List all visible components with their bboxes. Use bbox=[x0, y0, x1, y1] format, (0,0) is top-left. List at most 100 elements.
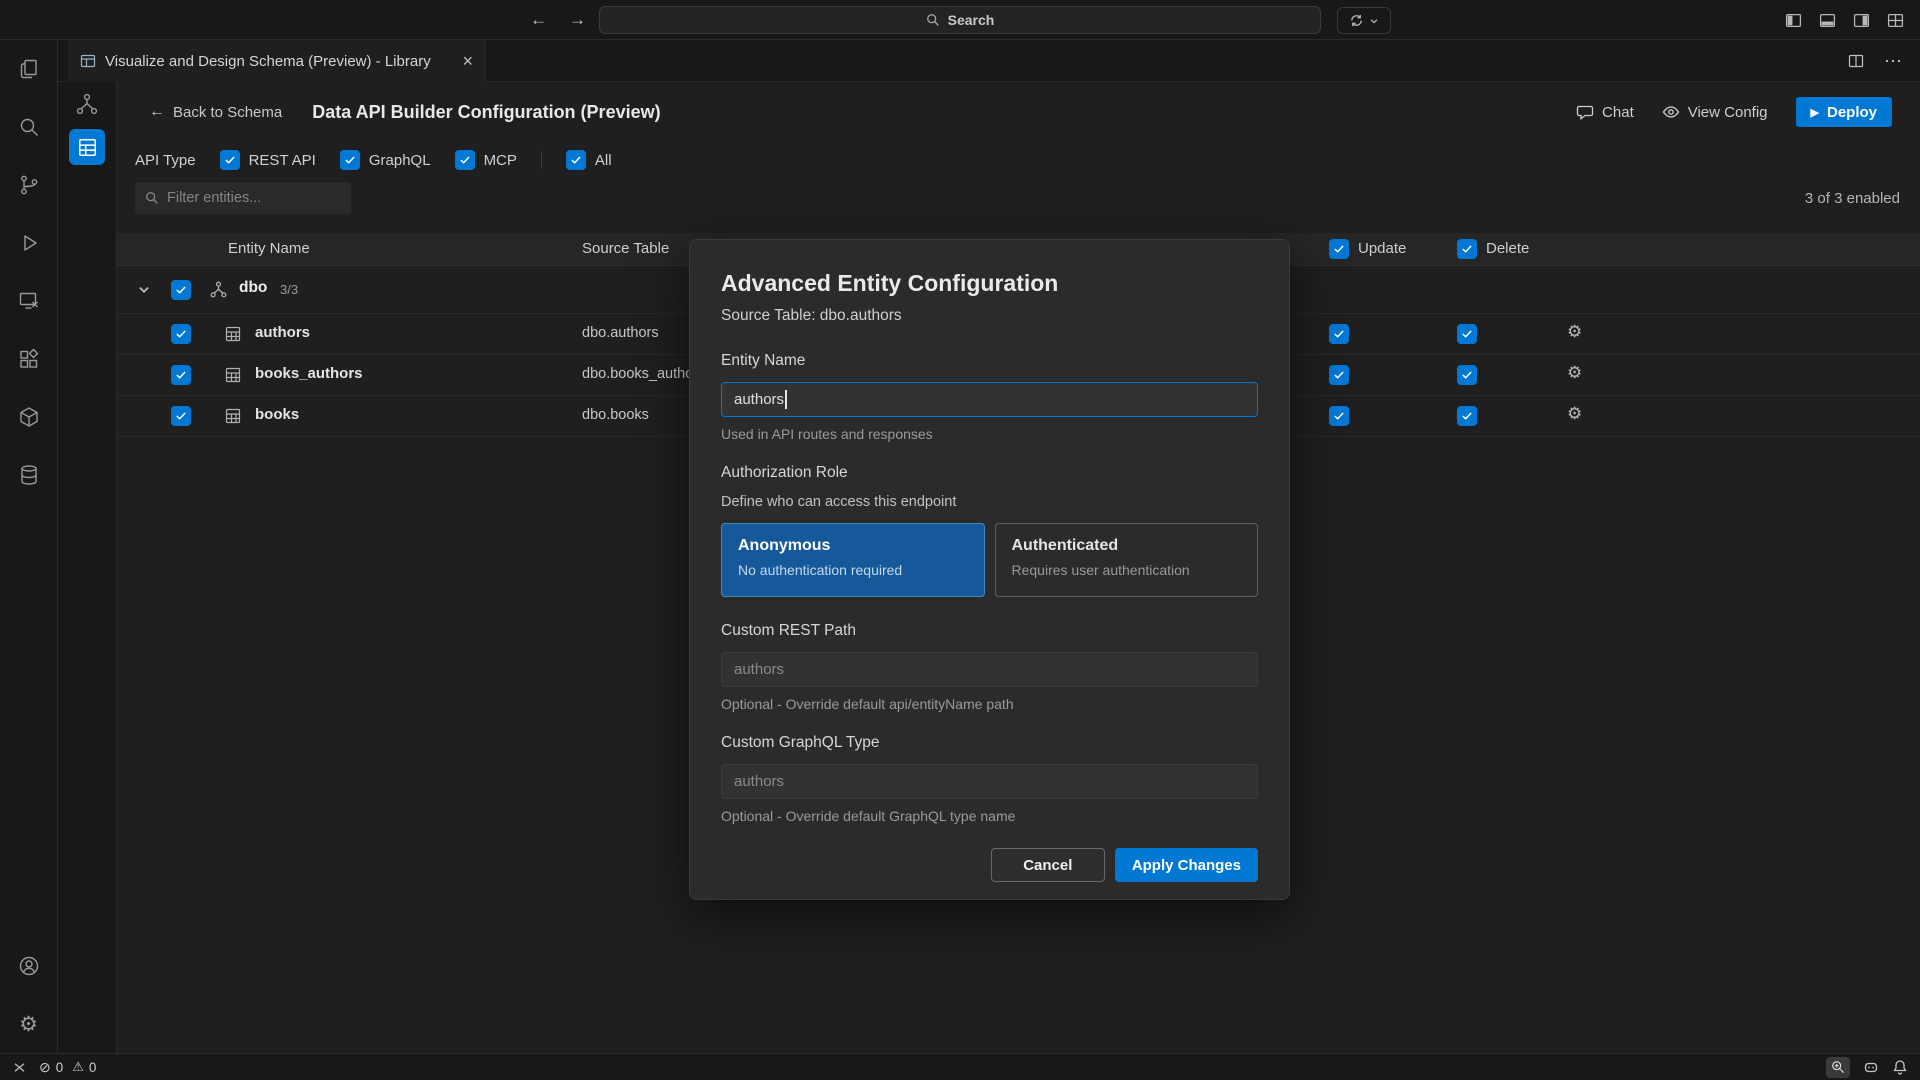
entity-filter-input[interactable] bbox=[167, 190, 354, 206]
update-all-checkbox[interactable] bbox=[1329, 239, 1349, 259]
filter-graphql[interactable]: GraphQL bbox=[340, 150, 431, 170]
row-checkbox[interactable] bbox=[171, 406, 191, 426]
filter-rest-api[interactable]: REST API bbox=[220, 150, 316, 170]
update-checkbox[interactable] bbox=[1329, 406, 1349, 426]
run-debug-icon[interactable] bbox=[0, 214, 58, 272]
toggle-panel-icon[interactable] bbox=[1819, 12, 1836, 29]
role-anonymous-card[interactable]: Anonymous No authentication required bbox=[721, 523, 985, 597]
explorer-icon[interactable] bbox=[0, 40, 58, 98]
row-checkbox[interactable] bbox=[171, 365, 191, 385]
account-icon[interactable] bbox=[0, 937, 58, 995]
custom-rest-path-input[interactable] bbox=[722, 653, 1257, 686]
chat-button[interactable]: Chat bbox=[1576, 103, 1634, 121]
delete-checkbox[interactable] bbox=[1457, 406, 1477, 426]
delete-all-checkbox[interactable] bbox=[1457, 239, 1477, 259]
status-bar: ⊘ 0 ⚠ 0 bbox=[0, 1053, 1920, 1080]
deploy-button[interactable]: ▶ Deploy bbox=[1796, 97, 1892, 127]
toggle-secondary-sidebar-icon[interactable] bbox=[1853, 12, 1870, 29]
source-control-icon[interactable] bbox=[0, 156, 58, 214]
row-settings-gear-icon[interactable]: ⚙ bbox=[1567, 404, 1582, 424]
command-center-search[interactable]: Search bbox=[599, 6, 1321, 34]
chat-icon bbox=[1576, 103, 1594, 121]
remote-explorer-icon[interactable] bbox=[0, 272, 58, 330]
titlebar: ← → Search bbox=[0, 0, 1920, 40]
group-checkbox[interactable] bbox=[171, 280, 191, 300]
entity-name: books_authors bbox=[255, 365, 363, 382]
filter-all[interactable]: All bbox=[566, 150, 612, 170]
row-settings-gear-icon[interactable]: ⚙ bbox=[1567, 322, 1582, 342]
update-checkbox[interactable] bbox=[1329, 324, 1349, 344]
entity-name-label: Entity Name bbox=[721, 352, 1258, 370]
api-type-label: API Type bbox=[135, 152, 196, 169]
custom-graphql-type-hint: Optional - Override default GraphQL type… bbox=[721, 808, 1258, 824]
all-checkbox[interactable] bbox=[566, 150, 586, 170]
split-editor-icon[interactable] bbox=[1848, 53, 1864, 69]
rest-api-checkbox[interactable] bbox=[220, 150, 240, 170]
editor-more-actions-icon[interactable]: ⋯ bbox=[1884, 51, 1902, 72]
zoom-indicator[interactable] bbox=[1826, 1057, 1850, 1078]
search-placeholder: Search bbox=[948, 12, 995, 28]
tab-close-icon[interactable]: × bbox=[462, 52, 473, 70]
copilot-status-icon[interactable] bbox=[1863, 1059, 1879, 1075]
row-checkbox[interactable] bbox=[171, 324, 191, 344]
source-table: dbo.books bbox=[582, 407, 649, 423]
mcp-checkbox[interactable] bbox=[455, 150, 475, 170]
entity-name-input[interactable]: authors bbox=[721, 382, 1258, 417]
back-label: Back to Schema bbox=[173, 104, 282, 121]
schema-editor-icon bbox=[80, 53, 96, 69]
delete-checkbox[interactable] bbox=[1457, 365, 1477, 385]
database-icon[interactable] bbox=[0, 446, 58, 504]
entity-name: authors bbox=[255, 324, 310, 341]
toggle-sidebar-icon[interactable] bbox=[1785, 12, 1802, 29]
view-config-button[interactable]: View Config bbox=[1662, 103, 1768, 121]
activity-bar: ⚙ bbox=[0, 40, 58, 1053]
entity-filter-box[interactable] bbox=[135, 182, 351, 214]
entity-name-hint: Used in API routes and responses bbox=[721, 426, 1258, 442]
remote-indicator-icon[interactable] bbox=[12, 1060, 27, 1075]
tab-visualize-schema[interactable]: Visualize and Design Schema (Preview) - … bbox=[68, 40, 486, 82]
row-settings-gear-icon[interactable]: ⚙ bbox=[1567, 363, 1582, 383]
layout-control[interactable] bbox=[1337, 7, 1391, 34]
search-view-icon[interactable] bbox=[0, 98, 58, 156]
nav-back-icon[interactable]: ← bbox=[530, 10, 547, 30]
notifications-bell-icon[interactable] bbox=[1892, 1059, 1908, 1075]
custom-rest-path-field[interactable] bbox=[721, 652, 1258, 687]
schema-graph-icon[interactable] bbox=[75, 92, 99, 116]
extensions-icon[interactable] bbox=[0, 330, 58, 388]
warning-icon: ⚠ bbox=[72, 1059, 84, 1075]
custom-graphql-type-input[interactable] bbox=[722, 765, 1257, 798]
custom-rest-path-hint: Optional - Override default api/entityNa… bbox=[721, 696, 1258, 712]
filter-mcp[interactable]: MCP bbox=[455, 150, 517, 170]
enabled-summary: 3 of 3 enabled bbox=[1805, 190, 1900, 207]
page-header: ← Back to Schema Data API Builder Config… bbox=[149, 96, 1892, 128]
col-source-table: Source Table bbox=[582, 240, 669, 257]
cancel-button[interactable]: Cancel bbox=[991, 848, 1105, 882]
chevron-down-icon[interactable] bbox=[137, 283, 151, 297]
error-icon: ⊘ bbox=[39, 1059, 51, 1076]
back-to-schema-link[interactable]: ← Back to Schema bbox=[149, 103, 282, 121]
graphql-checkbox[interactable] bbox=[340, 150, 360, 170]
rest-api-label: REST API bbox=[249, 152, 316, 169]
api-builder-tab-selected[interactable] bbox=[69, 129, 105, 165]
group-name: dbo bbox=[239, 279, 267, 297]
problems-indicator[interactable]: ⊘ 0 ⚠ 0 bbox=[39, 1059, 96, 1076]
eye-icon bbox=[1662, 103, 1680, 121]
customize-layout-icon[interactable] bbox=[1887, 12, 1904, 29]
settings-gear-icon[interactable]: ⚙ bbox=[0, 995, 58, 1053]
table-grid-icon bbox=[225, 367, 241, 383]
nav-forward-icon[interactable]: → bbox=[569, 10, 586, 30]
cube-package-icon[interactable] bbox=[0, 388, 58, 446]
source-table: dbo.books_authors bbox=[582, 366, 705, 382]
apply-changes-button[interactable]: Apply Changes bbox=[1115, 848, 1258, 882]
role-desc: No authentication required bbox=[738, 562, 968, 578]
dialog-footer: Cancel Apply Changes bbox=[721, 848, 1258, 882]
custom-graphql-type-field[interactable] bbox=[721, 764, 1258, 799]
update-checkbox[interactable] bbox=[1329, 365, 1349, 385]
schema-designer-sidebar bbox=[58, 82, 117, 1053]
advanced-entity-configuration-dialog: Advanced Entity Configuration Source Tab… bbox=[689, 239, 1290, 900]
chat-label: Chat bbox=[1602, 104, 1634, 121]
role-title: Authenticated bbox=[1012, 537, 1242, 555]
table-grid-icon bbox=[225, 326, 241, 342]
role-authenticated-card[interactable]: Authenticated Requires user authenticati… bbox=[995, 523, 1259, 597]
delete-checkbox[interactable] bbox=[1457, 324, 1477, 344]
